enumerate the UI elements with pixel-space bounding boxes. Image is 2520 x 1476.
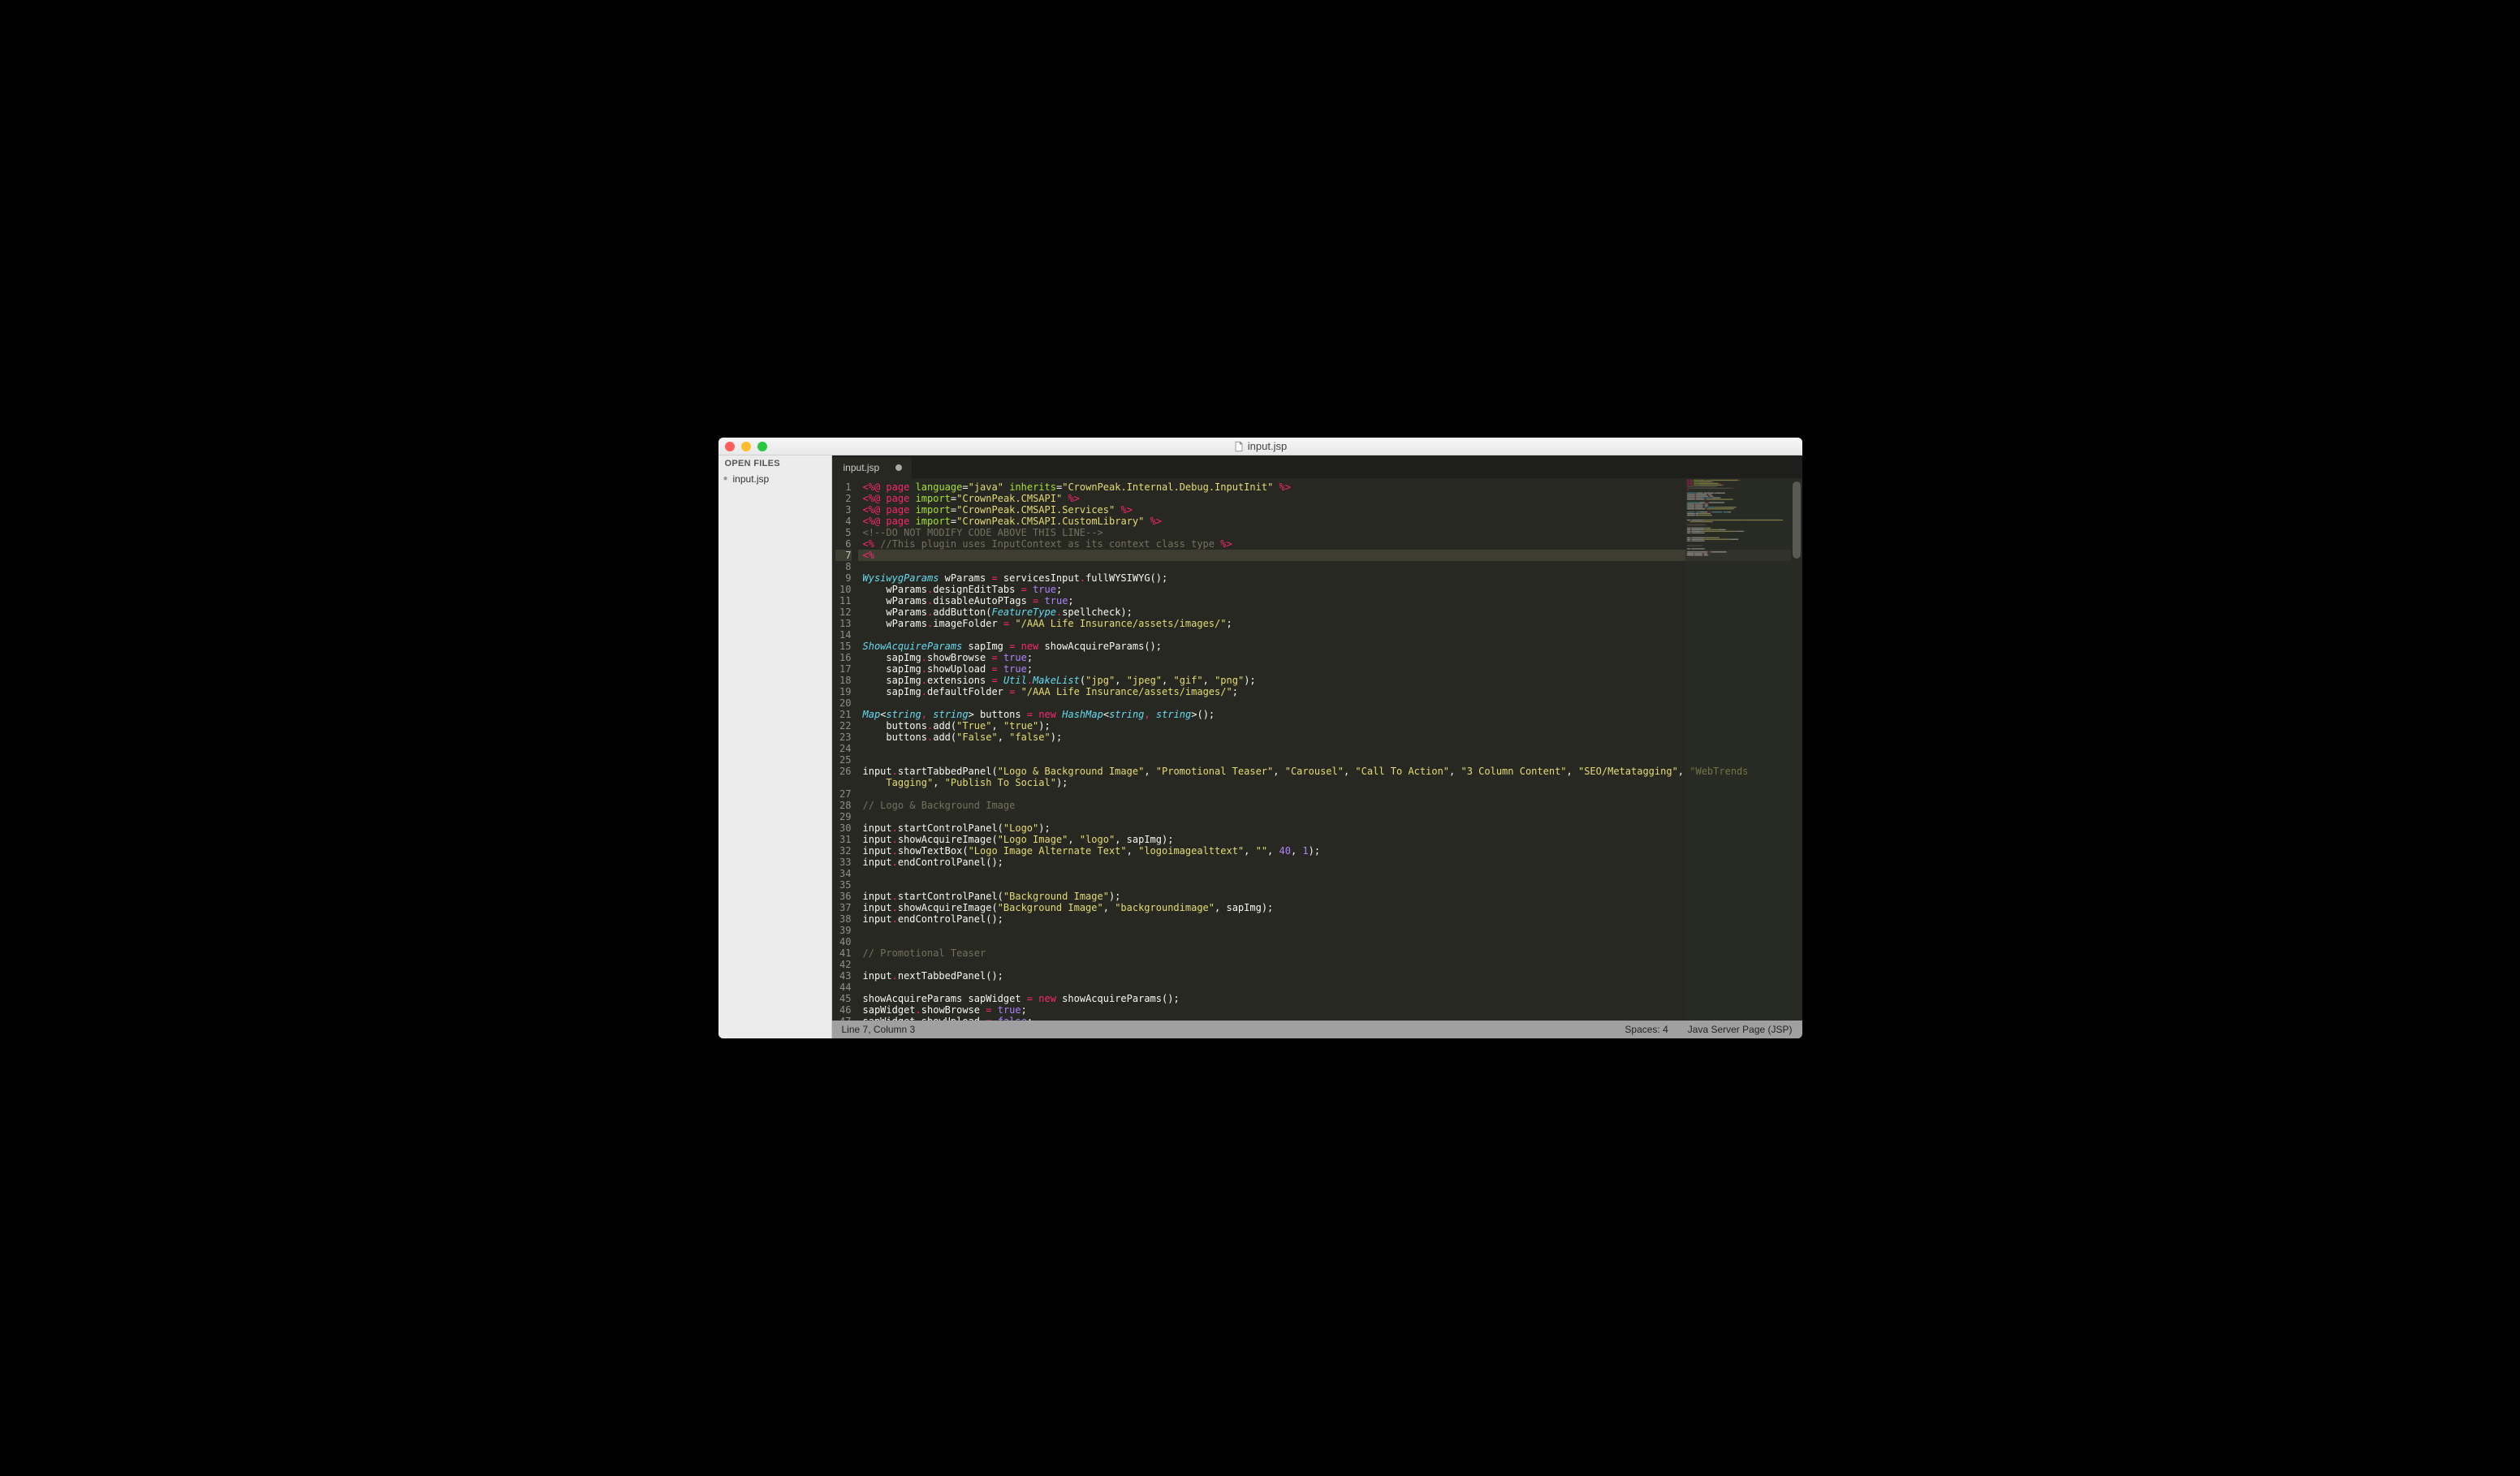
code-area[interactable]: 1234567891011121314151617181920212223242… [832,478,1802,1021]
minimize-icon[interactable] [741,442,751,451]
status-spaces[interactable]: Spaces: 4 [1625,1024,1668,1035]
sidebar: OPEN FILES input.jsp [718,455,832,1038]
open-files-header: OPEN FILES [718,455,831,472]
line-gutter[interactable]: 1234567891011121314151617181920212223242… [832,478,858,1021]
sidebar-file-item[interactable]: input.jsp [718,472,831,486]
titlebar[interactable]: input.jsp [718,438,1802,455]
window-controls [725,442,767,451]
window-title-text: input.jsp [1248,440,1287,452]
status-syntax[interactable]: Java Server Page (JSP) [1688,1024,1793,1035]
editor-pane: input.jsp 123456789101112131415161718192… [832,455,1802,1038]
body-area: OPEN FILES input.jsp input.jsp 123456789… [718,455,1802,1038]
zoom-icon[interactable] [757,442,767,451]
tab-inputjsp[interactable]: input.jsp [832,457,913,478]
status-bar: Line 7, Column 3 Spaces: 4 Java Server P… [832,1021,1802,1038]
tab-label: input.jsp [844,462,880,473]
file-icon [1233,441,1245,452]
scroll-thumb[interactable] [1793,481,1801,559]
code-content[interactable]: <%@ page language="java" inherits="Crown… [858,478,1802,1021]
tab-bar: input.jsp [832,455,1802,478]
status-position[interactable]: Line 7, Column 3 [842,1024,916,1035]
dirty-indicator-icon[interactable] [895,464,902,471]
editor-window: input.jsp OPEN FILES input.jsp input.jsp… [718,438,1802,1038]
close-icon[interactable] [725,442,735,451]
vertical-scrollbar[interactable] [1791,478,1802,1021]
window-title: input.jsp [1233,440,1287,452]
